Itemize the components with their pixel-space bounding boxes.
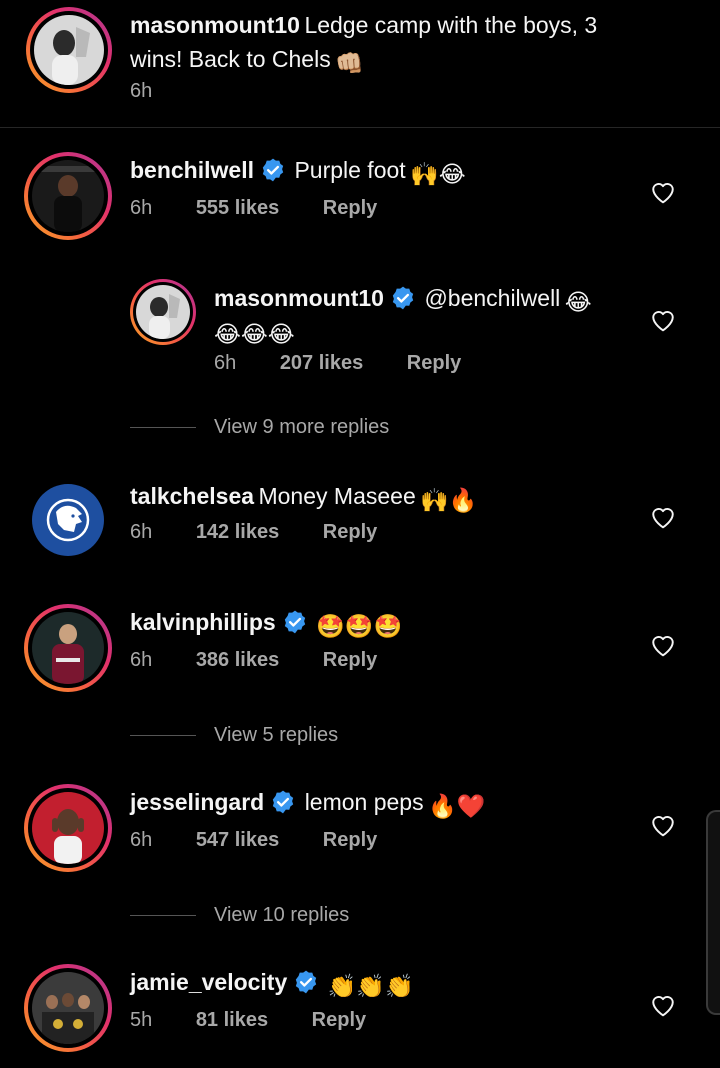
likes-count[interactable]: 386 likes [196, 649, 279, 671]
comment-emoji: 🙌🔥 [420, 487, 478, 513]
heart-outline-icon[interactable] [650, 180, 676, 204]
comment-time: 6h [214, 352, 237, 374]
comment-emoji: 🔥❤️ [428, 793, 486, 819]
caption-text-line2: wins! Back to Chels [130, 46, 331, 72]
reply-button[interactable]: Reply [323, 829, 377, 851]
heart-outline-icon[interactable] [650, 505, 676, 529]
scrollbar-handle[interactable] [706, 810, 720, 1015]
verified-badge-icon [392, 286, 414, 310]
divider [130, 915, 196, 916]
divider [130, 735, 196, 736]
avatar[interactable] [24, 604, 112, 692]
view-replies-label: View 10 replies [214, 904, 350, 926]
verified-badge-icon [273, 790, 294, 814]
reply-button[interactable]: Reply [323, 649, 377, 671]
view-replies-label: View 5 replies [214, 724, 339, 746]
comment-time: 6h [130, 649, 153, 671]
heart-outline-icon[interactable] [650, 813, 676, 837]
comment-time: 6h [130, 521, 153, 543]
avatar-photo-icon [32, 612, 104, 684]
avatar-photo-icon [32, 972, 104, 1044]
heart-outline-icon[interactable] [650, 993, 676, 1017]
view-replies-button[interactable]: View 9 more replies [130, 416, 389, 439]
avatar-photo-icon [32, 792, 104, 864]
avatar[interactable] [24, 152, 112, 240]
post-caption: masonmount10 Ledge camp with the boys, 3… [0, 0, 720, 128]
comment-emoji: 🤩🤩🤩 [316, 613, 403, 639]
reply-button[interactable]: Reply [323, 521, 377, 543]
comment-meta: 5h 81 likes Reply [130, 1009, 366, 1032]
heart-outline-icon[interactable] [650, 633, 676, 657]
comment-username[interactable]: kalvinphillips [130, 609, 276, 635]
caption-username[interactable]: masonmount10 [130, 12, 300, 38]
avatar-photo-icon [136, 285, 190, 339]
avatar-photo-icon [32, 160, 104, 232]
avatar-photo-icon [34, 15, 104, 85]
comment-username[interactable]: talkchelsea [130, 483, 254, 509]
comment-meta: 6h 142 likes Reply [130, 521, 377, 544]
comment-username[interactable]: jamie_velocity [130, 969, 287, 995]
likes-count[interactable]: 142 likes [196, 521, 279, 543]
comment-emoji: 👏👏👏 [327, 973, 414, 999]
view-replies-button[interactable]: View 5 replies [130, 724, 338, 747]
avatar[interactable] [130, 279, 196, 345]
reply-button[interactable]: Reply [323, 197, 377, 219]
avatar[interactable] [26, 7, 112, 93]
comment-username[interactable]: benchilwell [130, 157, 254, 183]
likes-count[interactable]: 207 likes [280, 352, 363, 374]
view-replies-button[interactable]: View 10 replies [130, 904, 349, 927]
avatar[interactable] [24, 964, 112, 1052]
verified-badge-icon [284, 610, 305, 634]
comment-time: 6h [130, 197, 153, 219]
likes-count[interactable]: 555 likes [196, 197, 279, 219]
verified-badge-icon [262, 158, 284, 182]
verified-badge-icon [296, 970, 317, 994]
comment-text: Money Maseee [258, 483, 416, 509]
comment-emoji-line2: 😂😂😂 [214, 321, 295, 347]
heart-outline-icon[interactable] [650, 308, 676, 332]
comment-emoji: 😂 [564, 289, 592, 315]
comment-username[interactable]: masonmount10 [214, 285, 384, 311]
divider [130, 427, 196, 428]
fist-emoji: 👊🏼 [335, 50, 364, 76]
avatar[interactable] [24, 784, 112, 872]
reply-button[interactable]: Reply [312, 1009, 366, 1031]
comment-time: 5h [130, 1009, 153, 1031]
caption-time: 6h [130, 80, 153, 102]
avatar[interactable] [32, 484, 104, 556]
comment-text: Purple foot [294, 157, 406, 183]
view-replies-label: View 9 more replies [214, 416, 390, 438]
comment-text: lemon peps [304, 789, 424, 815]
caption-text-line1: Ledge camp with the boys, 3 [304, 12, 598, 38]
likes-count[interactable]: 547 likes [196, 829, 279, 851]
comment-meta: 6h 207 likes Reply [214, 352, 461, 375]
likes-count[interactable]: 81 likes [196, 1009, 268, 1031]
comment-meta: 6h 386 likes Reply [130, 649, 377, 672]
mention-link[interactable]: @benchilwell [424, 285, 560, 311]
reply-button[interactable]: Reply [407, 352, 461, 374]
lion-logo-icon [46, 498, 90, 542]
comment-time: 6h [130, 829, 153, 851]
comment-meta: 6h 547 likes Reply [130, 829, 377, 852]
comment-username[interactable]: jesselingard [130, 789, 264, 815]
comment-meta: 6h 555 likes Reply [130, 197, 377, 220]
comment-emoji: 🙌😂 [410, 161, 466, 187]
